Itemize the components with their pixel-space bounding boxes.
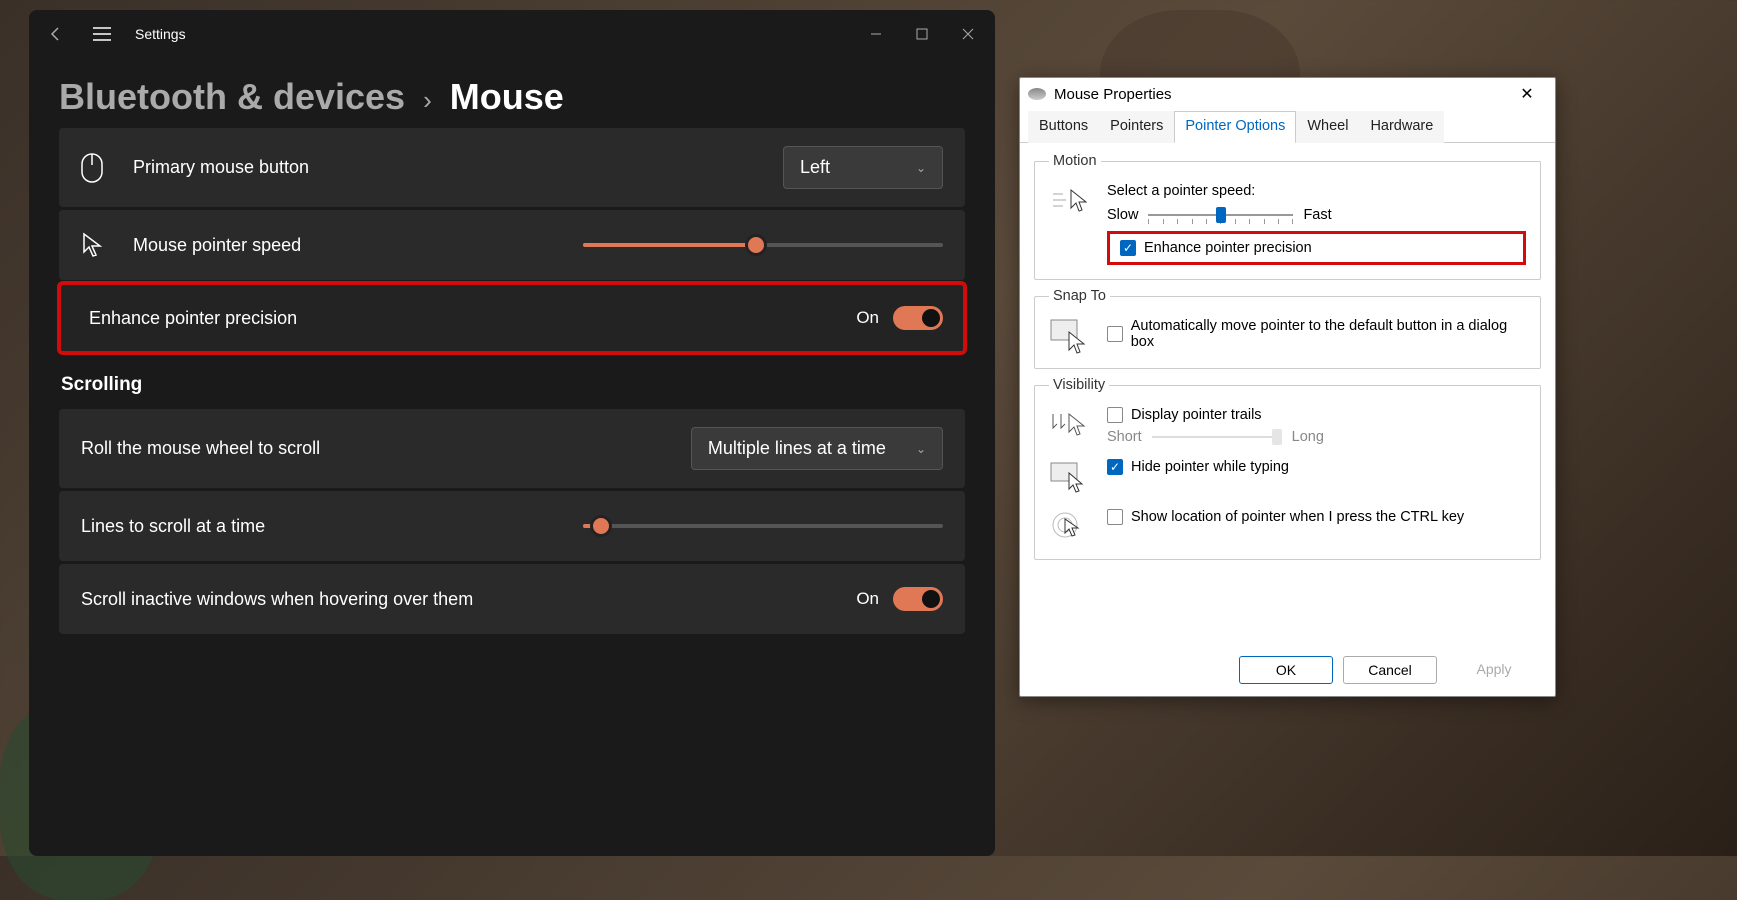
- pointer-speed-label: Select a pointer speed:: [1107, 183, 1526, 199]
- dialog-tabs: Buttons Pointers Pointer Options Wheel H…: [1020, 110, 1555, 143]
- mouse-icon: [81, 153, 107, 183]
- visibility-group: Visibility Display pointer trails Short: [1034, 377, 1541, 560]
- pointer-trails-icon: [1049, 407, 1089, 443]
- pointer-speed-card: Mouse pointer speed: [59, 210, 965, 280]
- cursor-speed-icon: [1049, 183, 1089, 219]
- dialog-footer: OK Cancel Apply: [1020, 644, 1555, 696]
- dialog-titlebar: Mouse Properties ✕: [1020, 78, 1555, 110]
- tab-hardware[interactable]: Hardware: [1359, 111, 1444, 143]
- content-area: Primary mouse button Left ⌄ Mouse pointe…: [29, 128, 995, 856]
- scroll-inactive-card: Scroll inactive windows when hovering ov…: [59, 564, 965, 634]
- tab-wheel[interactable]: Wheel: [1296, 111, 1359, 143]
- scroll-inactive-state: On: [856, 589, 879, 609]
- close-button[interactable]: [945, 14, 991, 54]
- settings-window: Settings Bluetooth & devices › Mouse Pri…: [29, 10, 995, 856]
- app-title: Settings: [125, 26, 186, 42]
- pointer-trails-checkbox[interactable]: [1107, 407, 1123, 423]
- enhance-precision-card: Enhance pointer precision On: [59, 283, 965, 353]
- roll-wheel-label: Roll the mouse wheel to scroll: [81, 438, 665, 459]
- scrolling-section-title: Scrolling: [59, 356, 965, 406]
- pointer-trails-label: Display pointer trails: [1131, 407, 1262, 423]
- mouse-properties-dialog: Mouse Properties ✕ Buttons Pointers Poin…: [1019, 77, 1556, 697]
- cancel-button[interactable]: Cancel: [1343, 656, 1437, 684]
- chevron-down-icon: ⌄: [916, 161, 926, 175]
- tab-buttons[interactable]: Buttons: [1028, 111, 1099, 143]
- ctrl-locate-label: Show location of pointer when I press th…: [1131, 509, 1464, 525]
- snap-to-label: Automatically move pointer to the defaul…: [1131, 318, 1526, 350]
- minimize-button[interactable]: [853, 14, 899, 54]
- lines-scroll-slider[interactable]: [583, 524, 943, 528]
- chevron-down-icon: ⌄: [916, 442, 926, 456]
- snap-to-group: Snap To Automatically move pointer to th…: [1034, 288, 1541, 369]
- enhance-precision-label: Enhance pointer precision: [1144, 240, 1312, 256]
- primary-button-select[interactable]: Left ⌄: [783, 146, 943, 189]
- short-label: Short: [1107, 429, 1142, 445]
- motion-legend: Motion: [1049, 153, 1101, 169]
- menu-button[interactable]: [79, 14, 125, 54]
- enhance-precision-highlight: ✓ Enhance pointer precision: [1107, 231, 1526, 265]
- snap-to-legend: Snap To: [1049, 288, 1110, 304]
- roll-wheel-value: Multiple lines at a time: [708, 438, 886, 459]
- slow-label: Slow: [1107, 207, 1138, 223]
- scroll-inactive-toggle[interactable]: [893, 587, 943, 611]
- pointer-speed-slider[interactable]: [1148, 205, 1293, 225]
- snap-to-checkbox[interactable]: [1107, 326, 1123, 342]
- hide-typing-icon: [1049, 459, 1089, 495]
- primary-button-label: Primary mouse button: [133, 157, 757, 178]
- titlebar: Settings: [29, 10, 995, 58]
- pointer-speed-label: Mouse pointer speed: [133, 235, 557, 256]
- primary-button-card: Primary mouse button Left ⌄: [59, 128, 965, 207]
- motion-group: Motion Select a pointer speed: Slow Fas: [1034, 153, 1541, 280]
- fast-label: Fast: [1303, 207, 1331, 223]
- enhance-precision-state: On: [856, 308, 879, 328]
- dialog-body: Motion Select a pointer speed: Slow Fas: [1020, 143, 1555, 644]
- ctrl-locate-icon: [1049, 509, 1089, 545]
- scroll-inactive-label: Scroll inactive windows when hovering ov…: [81, 589, 830, 610]
- visibility-legend: Visibility: [1049, 377, 1109, 393]
- pointer-speed-slider[interactable]: [583, 243, 943, 247]
- roll-wheel-card: Roll the mouse wheel to scroll Multiple …: [59, 409, 965, 488]
- tab-pointer-options[interactable]: Pointer Options: [1174, 111, 1296, 143]
- chevron-right-icon: ›: [423, 85, 432, 116]
- long-label: Long: [1292, 429, 1324, 445]
- enhance-precision-checkbox[interactable]: ✓: [1120, 240, 1136, 256]
- breadcrumb-current: Mouse: [450, 76, 564, 118]
- hide-typing-checkbox[interactable]: ✓: [1107, 459, 1123, 475]
- roll-wheel-select[interactable]: Multiple lines at a time ⌄: [691, 427, 943, 470]
- hide-typing-label: Hide pointer while typing: [1131, 459, 1289, 475]
- maximize-button[interactable]: [899, 14, 945, 54]
- ok-button[interactable]: OK: [1239, 656, 1333, 684]
- dialog-title: Mouse Properties: [1054, 86, 1172, 103]
- mouse-icon: [1028, 88, 1046, 100]
- dialog-close-button[interactable]: ✕: [1507, 84, 1547, 104]
- cursor-icon: [81, 232, 107, 258]
- apply-button: Apply: [1447, 656, 1541, 684]
- pointer-trails-slider: [1152, 432, 1282, 442]
- primary-button-value: Left: [800, 157, 830, 178]
- lines-scroll-card: Lines to scroll at a time: [59, 491, 965, 561]
- enhance-precision-toggle[interactable]: [893, 306, 943, 330]
- ctrl-locate-checkbox[interactable]: [1107, 509, 1123, 525]
- back-button[interactable]: [33, 14, 79, 54]
- lines-scroll-label: Lines to scroll at a time: [81, 516, 557, 537]
- snap-to-icon: [1049, 318, 1089, 354]
- tab-pointers[interactable]: Pointers: [1099, 111, 1174, 143]
- breadcrumb: Bluetooth & devices › Mouse: [29, 58, 995, 128]
- breadcrumb-parent[interactable]: Bluetooth & devices: [59, 76, 405, 118]
- enhance-precision-label: Enhance pointer precision: [89, 308, 830, 329]
